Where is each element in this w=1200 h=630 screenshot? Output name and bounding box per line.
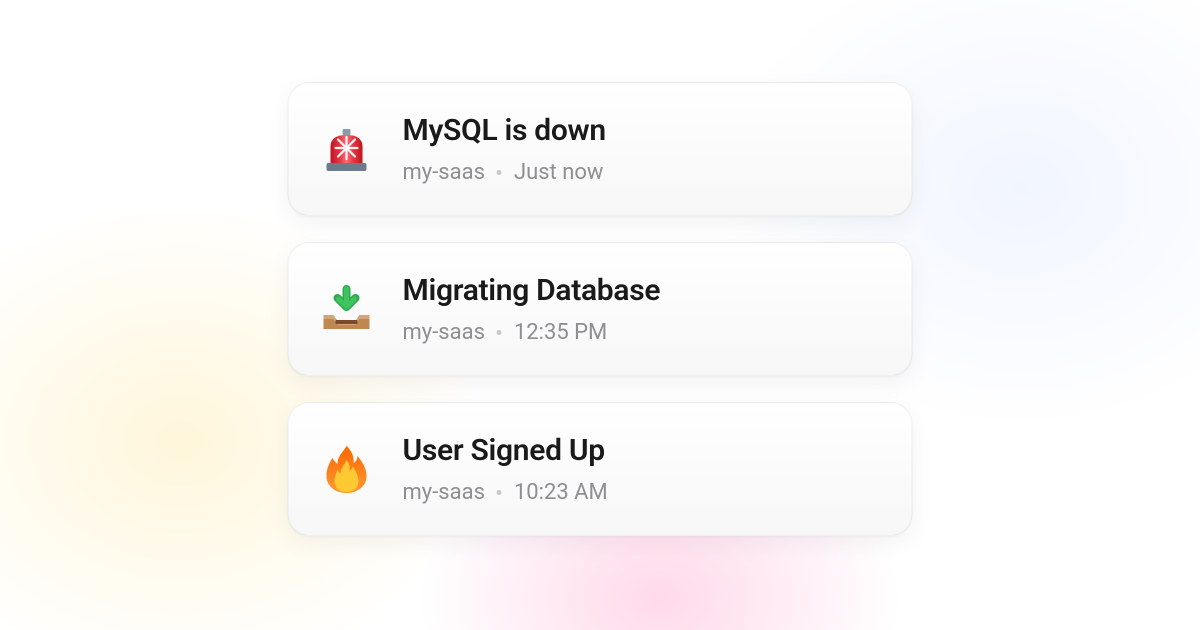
meta-separator-icon bbox=[497, 490, 502, 495]
meta-separator-icon bbox=[497, 330, 502, 335]
notification-title: Migrating Database bbox=[403, 273, 661, 308]
notification-timestamp: Just now bbox=[514, 160, 604, 185]
notification-project: my-saas bbox=[403, 320, 485, 345]
meta-separator-icon bbox=[497, 170, 502, 175]
notification-content: User Signed Up my-saas 10:23 AM bbox=[403, 433, 608, 505]
notification-meta: my-saas 12:35 PM bbox=[403, 320, 661, 345]
fire-icon bbox=[319, 441, 375, 497]
notification-list: MySQL is down my-saas Just now Migrating… bbox=[288, 82, 913, 536]
notification-meta: my-saas Just now bbox=[403, 160, 606, 185]
notification-timestamp: 10:23 AM bbox=[514, 480, 608, 505]
notification-meta: my-saas 10:23 AM bbox=[403, 480, 608, 505]
notification-content: Migrating Database my-saas 12:35 PM bbox=[403, 273, 661, 345]
notification-content: MySQL is down my-saas Just now bbox=[403, 113, 606, 185]
notification-card[interactable]: User Signed Up my-saas 10:23 AM bbox=[288, 402, 913, 536]
notification-title: MySQL is down bbox=[403, 113, 606, 148]
notification-project: my-saas bbox=[403, 160, 485, 185]
inbox-download-icon bbox=[319, 281, 375, 337]
notification-title: User Signed Up bbox=[403, 433, 608, 468]
siren-icon bbox=[319, 121, 375, 177]
notification-project: my-saas bbox=[403, 480, 485, 505]
notification-timestamp: 12:35 PM bbox=[514, 320, 607, 345]
notification-card[interactable]: Migrating Database my-saas 12:35 PM bbox=[288, 242, 913, 376]
notification-card[interactable]: MySQL is down my-saas Just now bbox=[288, 82, 913, 216]
